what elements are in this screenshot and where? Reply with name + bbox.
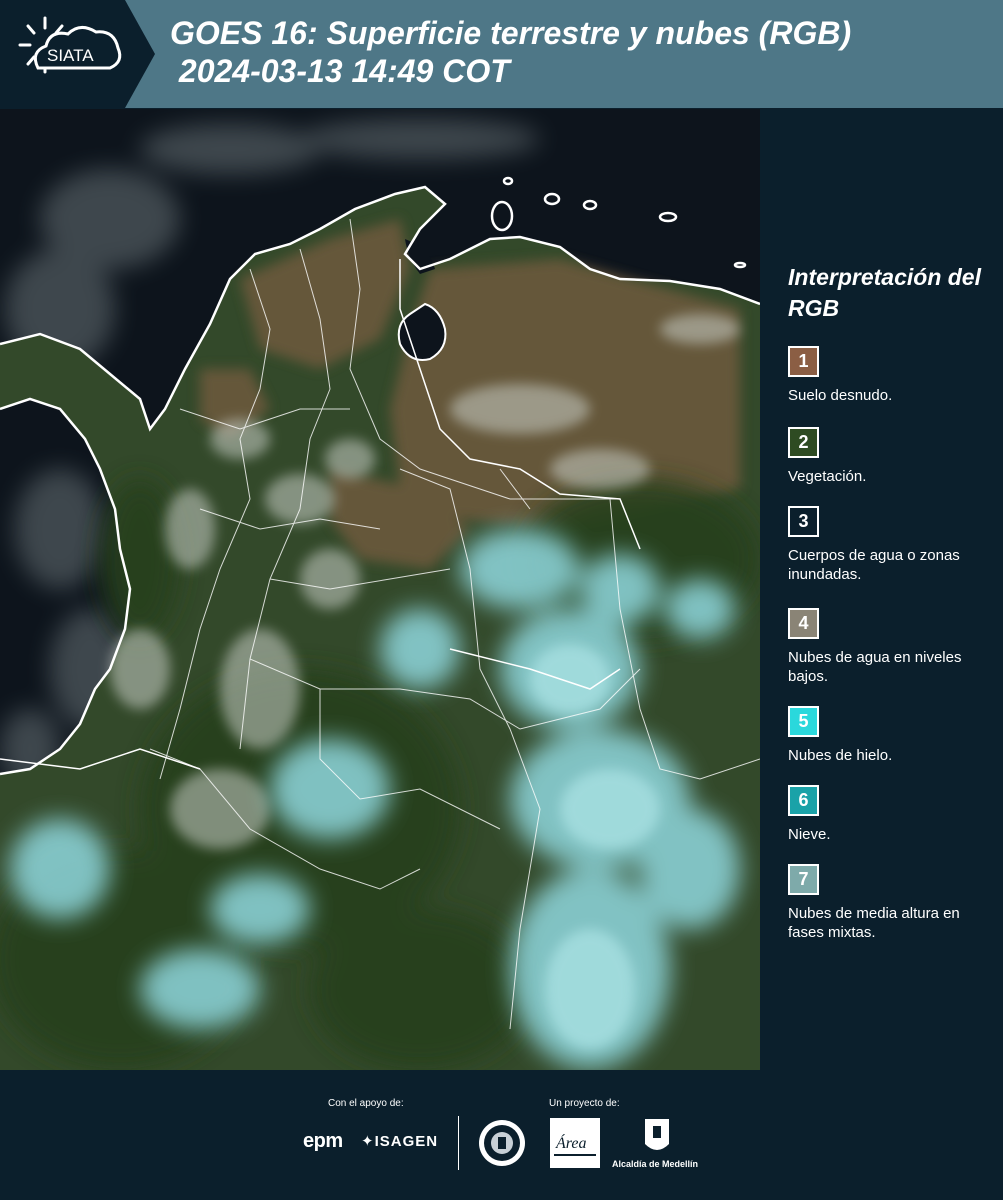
legend-label: Nubes de agua en niveles bajos. bbox=[788, 649, 962, 685]
svg-text:Área: Área bbox=[555, 1133, 587, 1152]
legend-swatch: 1 bbox=[788, 346, 819, 377]
legend-item-2: 2 Vegetación. bbox=[788, 427, 998, 486]
satellite-map bbox=[0, 109, 760, 1070]
legend-item-3: 3 Cuerpos de agua o zonas inundadas. bbox=[788, 506, 998, 584]
legend-swatch: 5 bbox=[788, 706, 819, 737]
legend-label: Nieve. bbox=[788, 826, 831, 843]
legend-title: Interpretación del RGB bbox=[788, 264, 981, 321]
legend-item-5: 5 Nubes de hielo. bbox=[788, 706, 998, 765]
footer: Con el apoyo de: Un proyecto de: epm ✦IS… bbox=[0, 1070, 1003, 1200]
legend-item-1: 1 Suelo desnudo. bbox=[788, 346, 998, 405]
alcaldia-label: Alcaldía de Medellín bbox=[612, 1159, 699, 1169]
legend-label: Cuerpos de agua o zonas inundadas. bbox=[788, 547, 960, 583]
footer-divider bbox=[458, 1116, 459, 1170]
project-label: Un proyecto de: bbox=[549, 1098, 620, 1109]
page-title: GOES 16: Superficie terrestre y nubes (R… bbox=[170, 15, 852, 89]
legend-swatch: 3 bbox=[788, 506, 819, 537]
rgb-legend: Interpretación del RGB 1 Suelo desnudo. 2 V… bbox=[788, 262, 998, 942]
support-label: Con el apoyo de: bbox=[328, 1098, 404, 1109]
svg-text:SIATA: SIATA bbox=[47, 46, 94, 65]
header: SIATA GOES 16: Superficie terrestre y nu… bbox=[0, 0, 1003, 108]
area-metropolitana-logo: Área bbox=[550, 1118, 600, 1168]
epm-logo: epm bbox=[303, 1130, 343, 1152]
legend-swatch: 6 bbox=[788, 785, 819, 816]
legend-label: Suelo desnudo. bbox=[788, 387, 893, 404]
medellin-seal-icon bbox=[479, 1120, 525, 1166]
legend-item-7: 7 Nubes de media altura en fases mixtas. bbox=[788, 864, 998, 942]
isagen-logo: ✦ISAGEN bbox=[361, 1133, 439, 1150]
legend-label: Vegetación. bbox=[788, 468, 867, 485]
legend-item-6: 6 Nieve. bbox=[788, 785, 998, 844]
siata-logo: SIATA bbox=[0, 0, 155, 108]
legend-label: Nubes de media altura en fases mixtas. bbox=[788, 905, 960, 941]
legend-label: Nubes de hielo. bbox=[788, 747, 893, 764]
legend-swatch: 7 bbox=[788, 864, 819, 895]
alcaldia-shield-icon bbox=[645, 1119, 669, 1150]
isagen-icon: ✦ bbox=[361, 1133, 375, 1150]
legend-swatch: 2 bbox=[788, 427, 819, 458]
legend-item-4: 4 Nubes de agua en niveles bajos. bbox=[788, 608, 998, 686]
legend-swatch: 4 bbox=[788, 608, 819, 639]
